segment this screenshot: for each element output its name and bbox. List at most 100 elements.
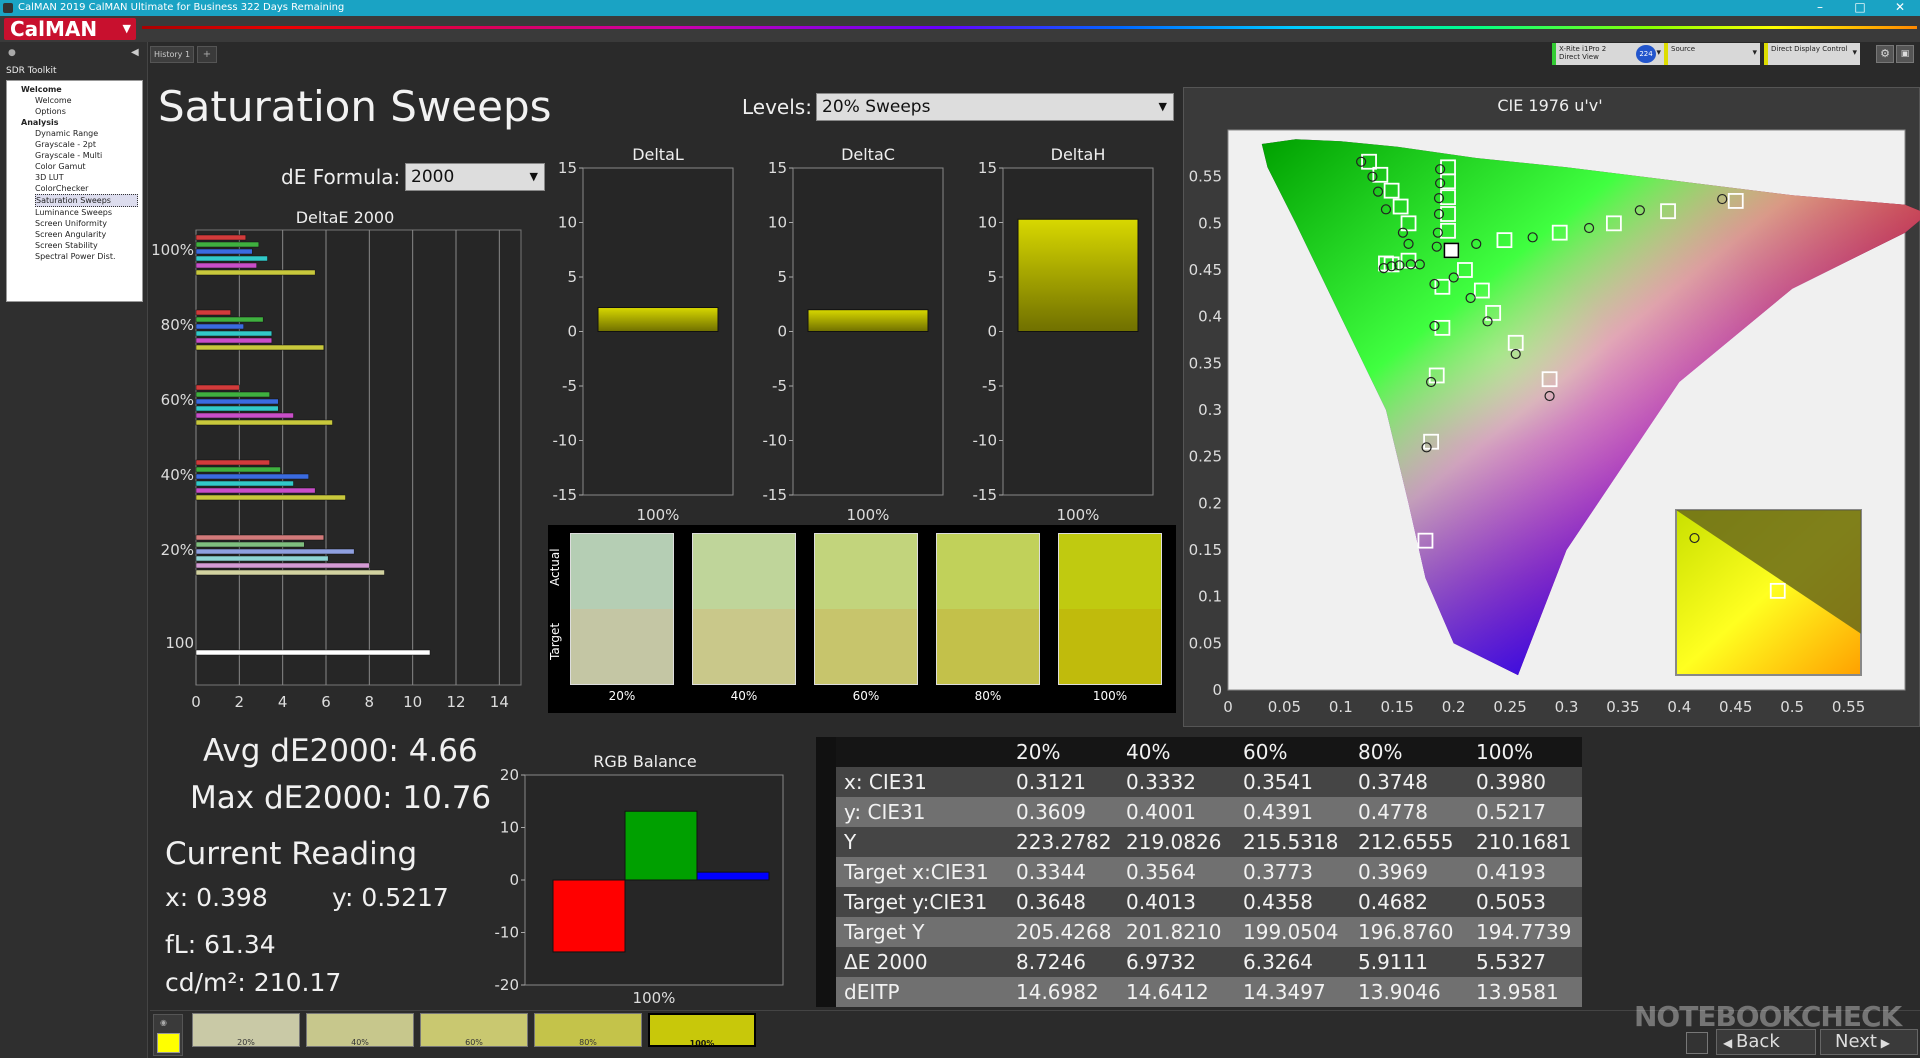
levels-value: 20% Sweeps xyxy=(822,97,931,117)
chevron-down-icon: ▼ xyxy=(1158,100,1167,113)
page-title: Saturation Sweeps xyxy=(158,82,552,131)
table-cell: 0.3748 xyxy=(1358,770,1428,794)
next-label: Next xyxy=(1835,1031,1877,1052)
y-tick-label: -10 xyxy=(763,432,788,450)
x-tick-label: 0.05 xyxy=(1268,698,1301,716)
levels-dropdown[interactable]: 20% Sweeps ▼ xyxy=(816,93,1174,121)
tree-item[interactable]: Saturation Sweeps xyxy=(35,194,138,207)
rainbow-strip xyxy=(142,26,1917,29)
x-tick-label: 4 xyxy=(278,693,288,710)
rgb-bar-green xyxy=(624,810,698,881)
row-label: y: CIE31 xyxy=(844,800,926,824)
x-tick-label: 0.2 xyxy=(1442,698,1466,716)
back-label: Back xyxy=(1736,1031,1780,1052)
capture-icon[interactable] xyxy=(1686,1032,1708,1054)
display-selector[interactable]: Direct Display Control ▾ xyxy=(1764,43,1860,65)
bottom-swatch[interactable]: 40% xyxy=(306,1013,414,1047)
deltae-bar xyxy=(195,473,309,480)
tree-section-analysis[interactable]: Analysis xyxy=(21,117,138,128)
chevron-down-icon: ▾ xyxy=(1656,48,1661,58)
cie-chart: 0 0.05 0.1 0.15 0.2 0.25 0.3 0.35 0.4 0.45 0.5 0.55… xyxy=(1189,129,1920,716)
current-luminance: cd/m²: 210.17 xyxy=(165,968,342,997)
tree-item[interactable]: Luminance Sweeps xyxy=(35,207,138,218)
row-header-stub xyxy=(816,797,836,827)
table-cell: 14.6982 xyxy=(1016,980,1099,1004)
tree-item[interactable]: Grayscale - 2pt xyxy=(35,139,138,150)
table-cell: 40% xyxy=(1126,740,1171,764)
x-tick-label: 14 xyxy=(490,693,509,710)
tree-item[interactable]: Screen Uniformity xyxy=(35,218,138,229)
y-tick-label: 0.4 xyxy=(1198,308,1222,326)
table-cell: 0.5217 xyxy=(1476,800,1546,824)
deltae-bar xyxy=(195,459,270,466)
meter-badge: 224 xyxy=(1636,45,1656,63)
tree-section-welcome[interactable]: Welcome xyxy=(21,84,138,95)
x-tick-label: 2 xyxy=(235,693,245,710)
source-selector[interactable]: Source ▾ xyxy=(1664,43,1760,65)
y-tick-label: 0 xyxy=(567,323,577,341)
tree-item[interactable]: Welcome xyxy=(35,95,138,106)
tab-history-1[interactable]: History 1 xyxy=(150,46,194,63)
y-tick-label: 5 xyxy=(777,268,787,286)
deltae-bar xyxy=(195,649,431,656)
minimize-button[interactable]: – xyxy=(1800,0,1840,16)
tree-item[interactable]: Screen Stability xyxy=(35,240,138,251)
display-label: Direct Display Control xyxy=(1771,45,1848,53)
table-cell: 0.3121 xyxy=(1016,770,1086,794)
tree-item[interactable]: Grayscale - Multi xyxy=(35,150,138,161)
row-label: Target x:CIE31 xyxy=(844,860,989,884)
y-tick-label: -15 xyxy=(763,486,788,504)
tree-item[interactable]: 3D LUT xyxy=(35,172,138,183)
table-cell: 0.4013 xyxy=(1126,890,1196,914)
row-label: ΔE 2000 xyxy=(844,950,928,974)
category-label: 100% xyxy=(633,989,676,1005)
deltae-bar xyxy=(195,384,240,391)
deltae-bar xyxy=(195,466,281,473)
calman-logo-menu[interactable]: CalMAN ▼ xyxy=(4,18,136,40)
table-cell: 212.6555 xyxy=(1358,830,1454,854)
tree-item[interactable]: Dynamic Range xyxy=(35,128,138,139)
expand-icon[interactable]: ▣ xyxy=(1896,45,1914,63)
avg-de-stat: Avg dE2000: 4.66 xyxy=(203,733,478,769)
pin-icon[interactable]: ● xyxy=(8,48,16,58)
row-header-stub xyxy=(816,917,836,947)
table-cell: 0.4682 xyxy=(1358,890,1428,914)
tree-item[interactable]: Screen Angularity xyxy=(35,229,138,240)
y-tick-label: 0.25 xyxy=(1189,448,1222,466)
x-tick-label: 8 xyxy=(365,693,375,710)
chevron-down-icon: ▾ xyxy=(1852,48,1857,58)
y-tick-label: 0.45 xyxy=(1189,261,1222,279)
target-swatch xyxy=(692,609,796,685)
back-arrow-icon: ◀ xyxy=(1723,1036,1737,1050)
tree-item[interactable]: Color Gamut xyxy=(35,161,138,172)
bottom-swatch[interactable]: 60% xyxy=(420,1013,528,1047)
y-tick-label: 0 xyxy=(987,323,997,341)
table-cell: 0.3541 xyxy=(1243,770,1313,794)
actual-label: Actual xyxy=(548,548,562,586)
table-row: x: CIE31 0.3121 0.3332 0.3541 0.3748 0.3980 xyxy=(816,767,1582,797)
y-tick-label: -5 xyxy=(562,377,577,395)
collapse-left-icon[interactable]: ◀ xyxy=(131,47,139,58)
row-label: dEITP xyxy=(844,980,900,1004)
table-cell: 0.4391 xyxy=(1243,800,1313,824)
close-button[interactable]: ✕ xyxy=(1880,0,1920,16)
bottom-swatch[interactable]: 80% xyxy=(534,1013,642,1047)
deltae-bar xyxy=(195,405,279,412)
deltae-bar xyxy=(195,316,264,323)
table-cell: 5.9111 xyxy=(1358,950,1428,974)
tree-item[interactable]: Spectral Power Dist. xyxy=(35,251,138,262)
y-tick-label: 0.35 xyxy=(1189,354,1222,372)
settings-gear-icon[interactable]: ⚙ xyxy=(1876,45,1894,63)
maximize-button[interactable]: □ xyxy=(1840,0,1880,16)
de-formula-dropdown[interactable]: 2000 ▼ xyxy=(405,163,545,191)
bottom-swatch[interactable]: 20% xyxy=(192,1013,300,1047)
tree-item[interactable]: ColorChecker xyxy=(35,183,138,194)
table-cell: 8.7246 xyxy=(1016,950,1086,974)
bottom-swatch[interactable]: 100% xyxy=(648,1013,756,1048)
table-cell: 0.4193 xyxy=(1476,860,1546,884)
window-titlebar: CalMAN 2019 CalMAN Ultimate for Business… xyxy=(0,0,1920,16)
table-cell: 219.0826 xyxy=(1126,830,1222,854)
add-tab-button[interactable]: + xyxy=(197,46,217,63)
tree-item[interactable]: Options xyxy=(35,106,138,117)
table-cell: 194.7739 xyxy=(1476,920,1572,944)
